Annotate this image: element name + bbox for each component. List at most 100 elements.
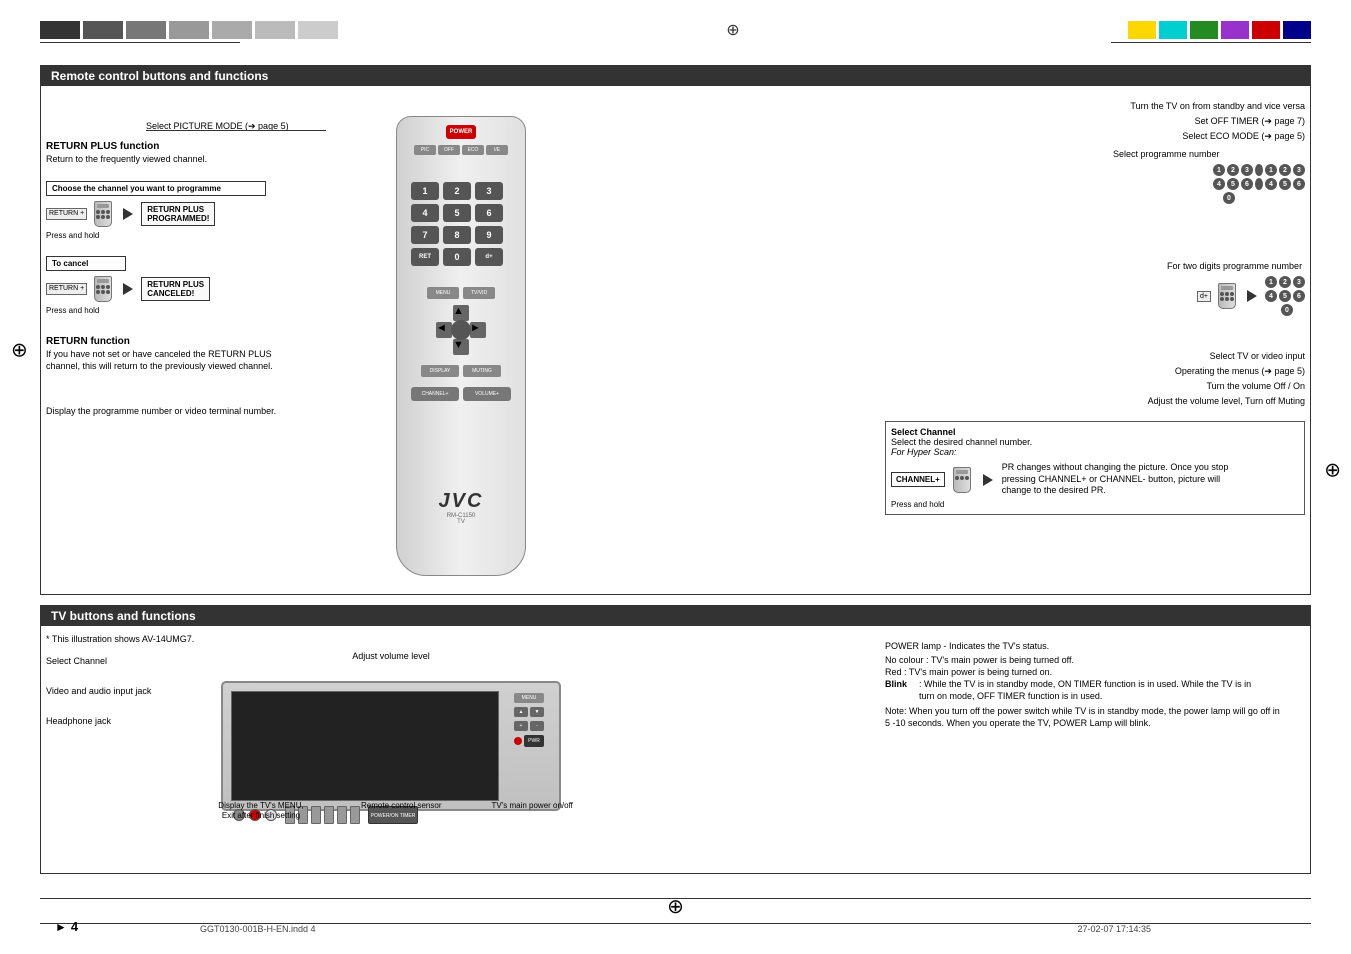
tv-ch-down[interactable]: ▼ — [530, 707, 544, 717]
jvc-logo: JVC — [439, 490, 484, 513]
btn-2[interactable]: 2 — [443, 182, 471, 200]
power-button-area: POWER — [446, 125, 476, 142]
btn-return[interactable]: RET — [411, 248, 439, 266]
return-func-desc: If you have not set or have canceled the… — [46, 349, 296, 372]
nc-12: 6 — [1293, 178, 1305, 190]
operating-menus-label: Operating the menus (➔ page 5) — [1175, 366, 1305, 377]
picture-mode-btn[interactable]: PIC — [414, 145, 436, 155]
remote-type: TV — [439, 519, 484, 525]
two-digit-num-grid: 1 2 3 4 5 6 0 — [1265, 276, 1305, 316]
ie-btn[interactable]: I/E — [486, 145, 508, 155]
return-plus-block: RETURN PLUS function Return to the frequ… — [46, 141, 207, 166]
two-digit-indicator: d+ — [1197, 291, 1211, 302]
jvc-logo-area: JVC RM-C1150 TV — [439, 490, 484, 525]
adjust-volume-label: Adjust the volume level, Turn off Muting — [1148, 396, 1305, 406]
tv-vol-up[interactable]: + — [514, 721, 528, 731]
d-pad-down[interactable]: ▼ — [453, 339, 469, 355]
bar-seg-4 — [169, 21, 209, 39]
tv-power-led — [514, 737, 522, 745]
return-plus-title: RETURN PLUS function — [46, 141, 207, 152]
tv-ch-up[interactable]: ▲ — [514, 707, 528, 717]
d-pad-right[interactable]: ► — [470, 322, 486, 338]
tv-video-audio-label: Video and audio input jack — [46, 686, 151, 696]
d-pad-center[interactable] — [451, 320, 471, 340]
eco-mode-desc: Select ECO MODE (➔ page 5) — [1182, 131, 1305, 142]
channel-btn[interactable]: CHANNEL+ — [411, 387, 459, 401]
btn-4[interactable]: 4 — [411, 204, 439, 222]
tv-body: MENU ▲ ▼ + - PWR — [221, 681, 561, 811]
d-pad: ▲ ▼ ◄ ► — [436, 305, 486, 355]
return-plus-programmed-diagram: RETURN + RETURN PLUSPROGRAMMED! — [46, 201, 215, 227]
btn-5[interactable]: 5 — [443, 204, 471, 222]
select-tv-video-label: Select TV or video input — [1210, 351, 1305, 361]
arrow-right-2 — [123, 283, 133, 295]
mini-remote-3 — [1218, 283, 1236, 309]
tv-headphone-label: Headphone jack — [46, 716, 151, 726]
pr-changes-desc: PR changes without changing the picture.… — [1002, 462, 1252, 497]
ch-vol-row: CHANNEL+ VOLUME+ — [411, 387, 511, 401]
off-timer-btn[interactable]: OFF — [438, 145, 460, 155]
mini-remote-1 — [94, 201, 112, 227]
two-digits-block: For two digits programme number d+ — [1167, 261, 1305, 316]
return-func-title: RETURN function — [46, 336, 296, 347]
illustration-note: * This illustration shows AV-14UMG7. — [46, 634, 194, 644]
color-block-cyan — [1159, 21, 1187, 39]
tv-menu-btn[interactable]: MENU — [514, 693, 544, 703]
main-content: Remote control buttons and functions Sel… — [40, 65, 1311, 874]
btn-6[interactable]: 6 — [475, 204, 503, 222]
bar-seg-5 — [212, 21, 252, 39]
power-lamp-title: POWER lamp - Indicates the TV's status. — [885, 641, 1305, 651]
btn-9[interactable]: 9 — [475, 226, 503, 244]
td-nc-5: 5 — [1279, 290, 1291, 302]
d-pad-left[interactable]: ◄ — [436, 322, 452, 338]
btn-8[interactable]: 8 — [443, 226, 471, 244]
color-block-yellow — [1128, 21, 1156, 39]
d-pad-up[interactable]: ▲ — [453, 305, 469, 321]
power-button[interactable]: POWER — [446, 125, 476, 139]
power-lamp-info: POWER lamp - Indicates the TV's status. … — [885, 641, 1305, 730]
num-row-2: 4 5 6 4 5 6 — [1213, 178, 1305, 190]
footer-crosshair-icon: ⊕ — [667, 894, 684, 919]
btn-1[interactable]: 1 — [411, 182, 439, 200]
programme-num-grid: 1 2 3 1 2 3 4 5 6 — [1213, 164, 1305, 204]
arrow-right-1 — [123, 208, 133, 220]
nc-9: 6 — [1241, 178, 1253, 190]
select-channel-box: Select Channel Select the desired channe… — [885, 421, 1305, 515]
eco-btn[interactable]: ECO — [462, 145, 484, 155]
top-h-line-right — [1111, 42, 1311, 43]
btn-7[interactable]: 7 — [411, 226, 439, 244]
td-nc-0: 0 — [1281, 304, 1293, 316]
tv-video-btn[interactable]: TV/VID — [463, 287, 495, 299]
return-plus-indicator: RETURN + — [46, 208, 87, 220]
off-timer-desc: Set OFF TIMER (➔ page 7) — [1195, 116, 1305, 127]
display-btn[interactable]: DISPLAY — [421, 365, 459, 377]
tv-section-title: TV buttons and functions — [41, 606, 1310, 626]
blink-block: Blink : While the TV is in standby mode,… — [885, 679, 1305, 702]
footer-file-code: GGT0130-001B-H-EN.indd 4 — [200, 924, 316, 934]
tv-power-btn[interactable]: PWR — [524, 735, 544, 747]
num-row-1: 1 2 3 1 2 3 — [1213, 164, 1305, 176]
nc-1: 1 — [1213, 164, 1225, 176]
tv-vol-down[interactable]: - — [530, 721, 544, 731]
td-nc-2: 2 — [1279, 276, 1291, 288]
blink-desc: : While the TV is in standby mode, ON TI… — [919, 679, 1269, 702]
two-digits-label: For two digits programme number — [1167, 261, 1305, 271]
menu-btn[interactable]: MENU — [427, 287, 459, 299]
top-bar: ⊕ — [0, 0, 1351, 60]
press-hold-2: Press and hold — [46, 306, 99, 315]
return-func-block: RETURN function If you have not set or h… — [46, 336, 296, 372]
right-crosshair-icon: ⊕ — [1324, 457, 1341, 482]
volume-btn[interactable]: VOLUME+ — [463, 387, 511, 401]
display-menu-label: Display the TV's MENU, Exit after finish… — [211, 801, 311, 822]
btn-d-plus[interactable]: d+ — [475, 248, 503, 266]
btn-3[interactable]: 3 — [475, 182, 503, 200]
muting-btn[interactable]: MUTING — [463, 365, 501, 377]
display-muting-row: DISPLAY MUTING — [421, 365, 501, 377]
number-grid: 1 2 3 4 5 6 7 8 9 RET 0 d+ — [411, 182, 511, 266]
td-nc-3: 3 — [1293, 276, 1305, 288]
mini-remote-4 — [953, 467, 971, 493]
select-channel-title: Select Channel — [891, 427, 1299, 437]
btn-0[interactable]: 0 — [443, 248, 471, 266]
nc-3: 3 — [1241, 164, 1253, 176]
return-plus-cancelled-diagram: RETURN + RETURN PLUSCANCELED! — [46, 276, 210, 302]
